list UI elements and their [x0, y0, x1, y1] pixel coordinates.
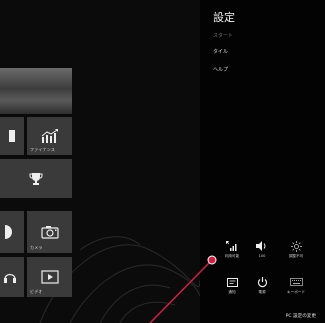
annotation-pointer: [149, 255, 217, 323]
pointer-dot: [207, 255, 217, 265]
pointer-line: [149, 259, 213, 323]
